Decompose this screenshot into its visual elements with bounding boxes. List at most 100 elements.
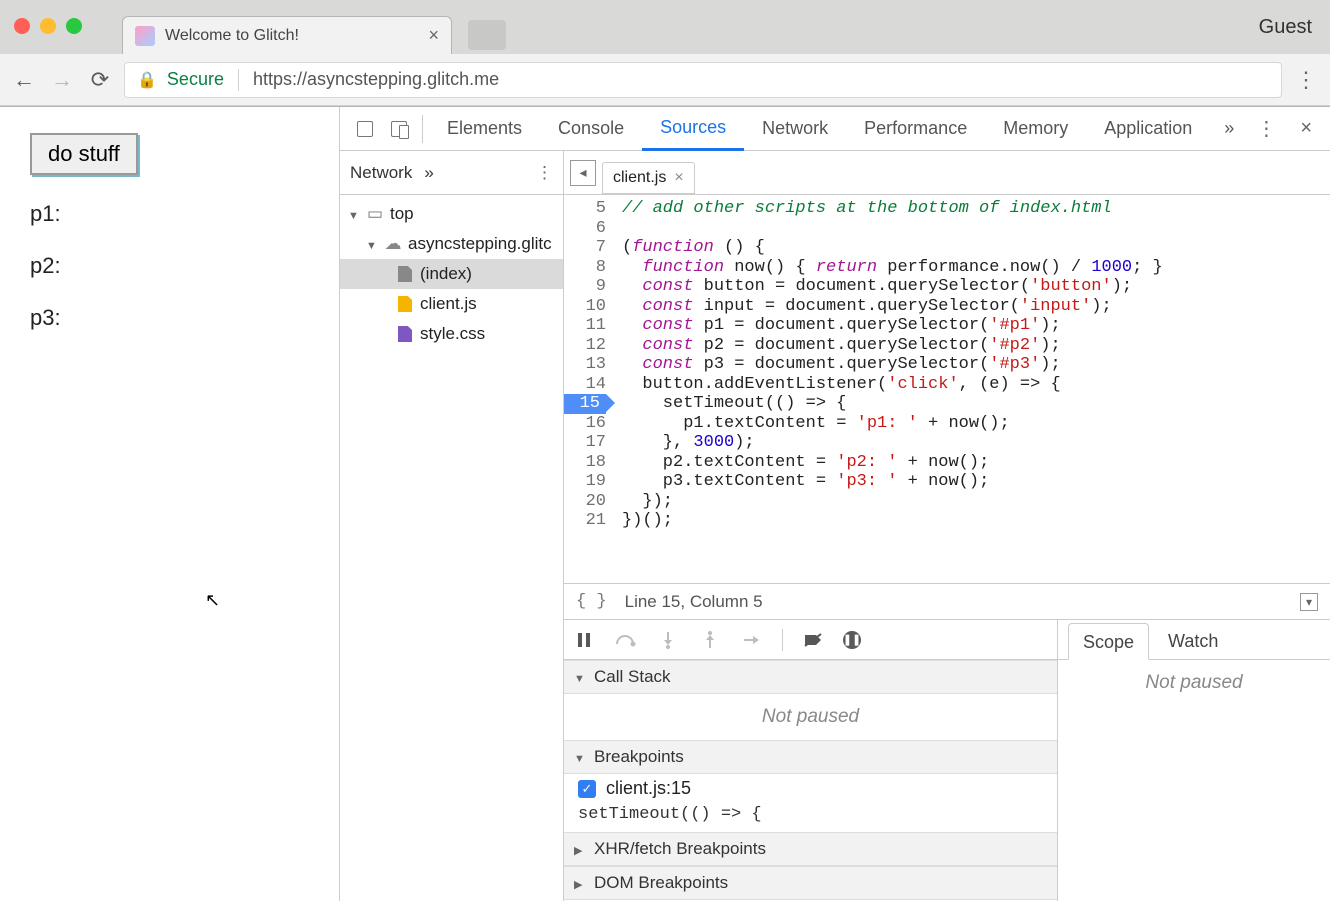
- debug-controls: ❚❚: [564, 620, 1057, 660]
- debugger-right: Scope Watch Not paused: [1058, 620, 1330, 901]
- tab-application[interactable]: Application: [1086, 107, 1210, 151]
- devtools-panel: Elements Console Sources Network Perform…: [340, 107, 1330, 901]
- navigator-more-icon[interactable]: »: [424, 163, 433, 183]
- disclosure-triangle-icon[interactable]: [574, 667, 586, 687]
- scope-watch-tabs: Scope Watch: [1058, 620, 1330, 660]
- coverage-icon[interactable]: ▾: [1300, 593, 1318, 611]
- url-text: https://asyncstepping.glitch.me: [253, 69, 499, 90]
- content-area: do stuff p1: p2: p3: Elements Console So…: [0, 107, 1330, 901]
- window-icon: ▭: [366, 205, 384, 223]
- tab-watch[interactable]: Watch: [1153, 622, 1233, 659]
- step-over-button[interactable]: [614, 628, 638, 652]
- tab-strip: Welcome to Glitch! × Guest: [0, 0, 1330, 54]
- breakpoints-title: Breakpoints: [594, 747, 684, 767]
- tab-memory[interactable]: Memory: [985, 107, 1086, 151]
- back-button[interactable]: ←: [10, 66, 38, 94]
- line-gutter[interactable]: 56789101112131415161718192021: [564, 195, 612, 583]
- tab-performance[interactable]: Performance: [846, 107, 985, 151]
- dom-breakpoints-header[interactable]: DOM Breakpoints: [564, 866, 1057, 900]
- tab-console[interactable]: Console: [540, 107, 642, 151]
- divider: [422, 115, 423, 143]
- step-into-button[interactable]: [656, 628, 680, 652]
- editor-tab-clientjs[interactable]: client.js ×: [602, 162, 695, 194]
- tree-file-clientjs[interactable]: client.js: [340, 289, 563, 319]
- breakpoint-item[interactable]: ✓ client.js:15: [564, 774, 1057, 803]
- pause-button[interactable]: [572, 628, 596, 652]
- deactivate-breakpoints-button[interactable]: [801, 628, 825, 652]
- debugger-left: ❚❚ Call Stack Not paused Breakpoints ✓: [564, 620, 1058, 901]
- pretty-print-icon[interactable]: { }: [576, 592, 607, 611]
- p3-label: p3:: [30, 305, 309, 331]
- navigator-menu-icon[interactable]: ⋮: [536, 163, 553, 183]
- more-tabs-icon[interactable]: »: [1216, 118, 1242, 139]
- navigator-tabs: Network » ⋮: [340, 151, 563, 195]
- tree-file-index[interactable]: (index): [340, 259, 563, 289]
- code-editor[interactable]: 56789101112131415161718192021 // add oth…: [564, 195, 1330, 583]
- cursor-position: Line 15, Column 5: [625, 592, 763, 612]
- devtools-close-icon[interactable]: ×: [1290, 117, 1322, 140]
- editor-status-bar: { } Line 15, Column 5 ▾: [564, 583, 1330, 619]
- divider: [782, 629, 783, 651]
- step-out-button[interactable]: [698, 628, 722, 652]
- url-separator: [238, 69, 239, 91]
- tree-top[interactable]: ▭ top: [340, 199, 563, 229]
- tab-sources[interactable]: Sources: [642, 107, 744, 151]
- tree-file-label: client.js: [420, 294, 477, 314]
- toggle-navigator-icon[interactable]: ◂: [570, 160, 596, 186]
- tab-elements[interactable]: Elements: [429, 107, 540, 151]
- window-zoom-button[interactable]: [66, 18, 82, 34]
- callstack-title: Call Stack: [594, 667, 671, 687]
- tab-close-icon[interactable]: ×: [428, 25, 439, 46]
- editor-pane: ◂ client.js × 56789101112131415161718192…: [564, 151, 1330, 901]
- document-icon: [398, 266, 412, 282]
- tree-domain[interactable]: ☁ asyncstepping.glitc: [340, 229, 563, 259]
- browser-chrome: Welcome to Glitch! × Guest ← → ⟳ 🔒 Secur…: [0, 0, 1330, 107]
- devtools-menu-icon[interactable]: ⋮: [1246, 116, 1286, 141]
- inspect-element-icon[interactable]: [348, 112, 382, 146]
- disclosure-triangle-icon[interactable]: [574, 873, 586, 893]
- callstack-state: Not paused: [564, 694, 1057, 740]
- window-controls: [14, 18, 82, 34]
- window-close-button[interactable]: [14, 18, 30, 34]
- tab-scope[interactable]: Scope: [1068, 623, 1149, 660]
- disclosure-triangle-icon[interactable]: [366, 234, 378, 254]
- cloud-icon: ☁: [384, 235, 402, 253]
- breakpoint-checkbox[interactable]: ✓: [578, 780, 596, 798]
- editor-tab-label: client.js: [613, 169, 666, 187]
- xhr-breakpoints-title: XHR/fetch Breakpoints: [594, 839, 766, 859]
- file-tree: ▭ top ☁ asyncstepping.glitc (index): [340, 195, 563, 353]
- lock-icon: 🔒: [137, 70, 157, 90]
- code-content[interactable]: // add other scripts at the bottom of in…: [612, 195, 1163, 583]
- tab-title: Welcome to Glitch!: [165, 27, 299, 45]
- devtools-tab-overflow: » ⋮ ×: [1216, 116, 1322, 141]
- reload-button[interactable]: ⟳: [86, 66, 114, 94]
- new-tab-button[interactable]: [468, 20, 506, 50]
- sources-panel: Network » ⋮ ▭ top ☁ asyncstepping.glitc: [340, 151, 1330, 901]
- step-button[interactable]: [740, 628, 764, 652]
- forward-button[interactable]: →: [48, 66, 76, 94]
- disclosure-triangle-icon[interactable]: [574, 839, 586, 859]
- window-minimize-button[interactable]: [40, 18, 56, 34]
- tree-file-stylecss[interactable]: style.css: [340, 319, 563, 349]
- xhr-breakpoints-header[interactable]: XHR/fetch Breakpoints: [564, 832, 1057, 866]
- tree-top-label: top: [390, 204, 414, 224]
- editor-tab-close-icon[interactable]: ×: [674, 169, 683, 187]
- debugger-panel: ❚❚ Call Stack Not paused Breakpoints ✓: [564, 619, 1330, 901]
- browser-menu-button[interactable]: ⋮: [1292, 67, 1320, 93]
- page-viewport: do stuff p1: p2: p3:: [0, 107, 340, 901]
- tree-domain-label: asyncstepping.glitc: [408, 234, 552, 254]
- breakpoint-code: setTimeout(() => {: [564, 803, 1057, 832]
- callstack-header[interactable]: Call Stack: [564, 660, 1057, 694]
- tab-network[interactable]: Network: [744, 107, 846, 151]
- scope-body: Not paused: [1058, 660, 1330, 901]
- disclosure-triangle-icon[interactable]: [348, 204, 360, 224]
- navigator-tab-network[interactable]: Network: [350, 163, 412, 183]
- disclosure-triangle-icon[interactable]: [574, 747, 586, 767]
- profile-label[interactable]: Guest: [1259, 16, 1312, 39]
- pause-on-exceptions-button[interactable]: ❚❚: [843, 631, 861, 649]
- device-toolbar-icon[interactable]: [382, 112, 416, 146]
- breakpoints-header[interactable]: Breakpoints: [564, 740, 1057, 774]
- browser-tab[interactable]: Welcome to Glitch! ×: [122, 16, 452, 54]
- do-stuff-button[interactable]: do stuff: [30, 133, 138, 175]
- address-bar[interactable]: 🔒 Secure https://asyncstepping.glitch.me: [124, 62, 1282, 98]
